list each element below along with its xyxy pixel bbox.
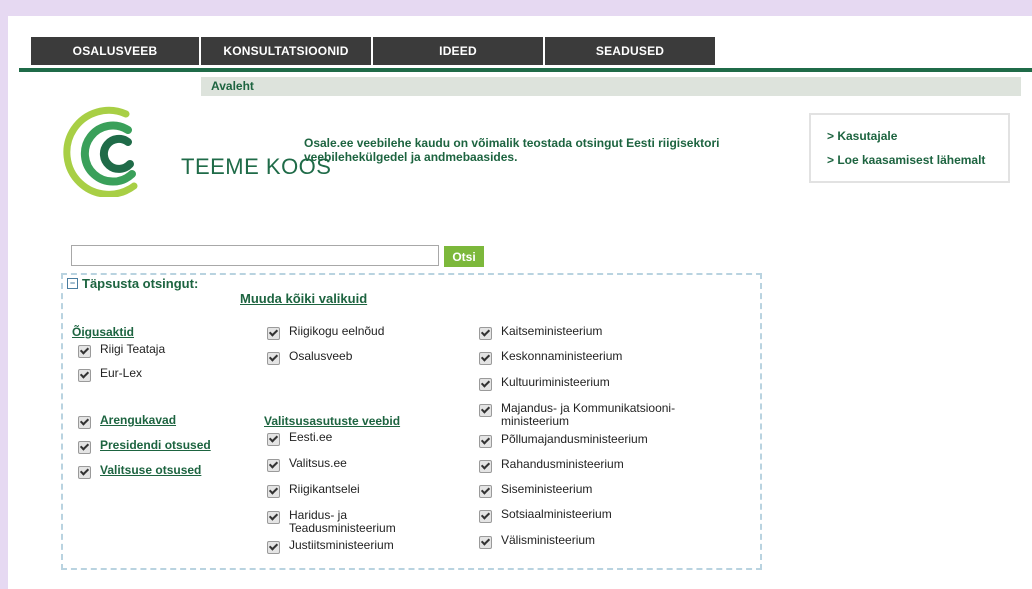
refine-toggle[interactable]: − Täpsusta otsingut: [67, 276, 198, 291]
top-nav: OSALUSVEEB KONSULTATSIOONID IDEED SEADUS… [31, 37, 717, 65]
checkbox[interactable] [479, 378, 492, 391]
checkbox[interactable] [479, 460, 492, 473]
side-links-box: > Kasutajale > Loe kaasamisest lähemalt [809, 113, 1010, 183]
checkbox[interactable] [78, 441, 91, 454]
checkbox[interactable] [78, 466, 91, 479]
checkbox-item[interactable]: Keskonnaministeerium [479, 350, 622, 365]
checkbox-item[interactable]: Siseministeerium [479, 483, 592, 498]
logo-rings-icon [63, 106, 138, 197]
tab-osalusveeb[interactable]: OSALUSVEEB [31, 37, 199, 65]
logo[interactable]: TEEME KOOS [56, 102, 331, 197]
checkbox[interactable] [78, 369, 91, 382]
heading-oigusaktid[interactable]: Õigusaktid [72, 325, 134, 339]
checkbox-label: Keskonnaministeerium [501, 349, 623, 363]
page: OSALUSVEEB KONSULTATSIOONID IDEED SEADUS… [8, 16, 1032, 589]
change-all-link[interactable]: Muuda kõiki valikuid [240, 291, 367, 306]
checkbox[interactable] [267, 327, 280, 340]
checkbox-label: Eesti.ee [289, 430, 333, 444]
checkbox-item[interactable]: Presidendi otsused [78, 439, 211, 454]
checkbox-item[interactable]: Valitsuse otsused [78, 464, 201, 479]
checkbox-item[interactable]: Arengukavad [78, 414, 176, 429]
checkbox[interactable] [479, 404, 492, 417]
collapse-icon[interactable]: − [67, 278, 78, 289]
checkbox[interactable] [267, 541, 280, 554]
checkbox[interactable] [78, 345, 91, 358]
checkbox-item[interactable]: Eur-Lex [78, 367, 142, 382]
tab-konsultatsioonid[interactable]: KONSULTATSIOONID [201, 37, 371, 65]
checkbox-label: Kaitseministeerium [501, 324, 603, 338]
checkbox-link[interactable]: Arengukavad [100, 414, 176, 427]
checkbox-label: Põllumajandusministeerium [501, 432, 648, 446]
checkbox-label: Kultuuriministeerium [501, 375, 610, 389]
header-divider [19, 68, 1032, 72]
checkbox[interactable] [479, 510, 492, 523]
checkbox[interactable] [267, 433, 280, 446]
checkbox-item[interactable]: Kultuuriministeerium [479, 376, 610, 391]
tab-seadused[interactable]: SEADUSED [545, 37, 715, 65]
breadcrumb-bar: Avaleht [201, 77, 1021, 96]
link-kasutajale[interactable]: > Kasutajale [827, 129, 897, 143]
checkbox-item[interactable]: Justiitsministeerium [267, 539, 394, 554]
checkbox-link[interactable]: Valitsuse otsused [100, 464, 201, 477]
checkbox-item[interactable]: Välisministeerium [479, 534, 595, 549]
tab-ideed[interactable]: IDEED [373, 37, 543, 65]
checkbox[interactable] [479, 536, 492, 549]
checkbox-item[interactable]: Haridus- ja Teadusministeerium [267, 509, 409, 535]
checkbox-item[interactable]: Kaitseministeerium [479, 325, 602, 340]
breadcrumb-home[interactable]: Avaleht [211, 79, 254, 93]
checkbox-link[interactable]: Presidendi otsused [100, 439, 211, 452]
checkbox-label: Riigikogu eelnõud [289, 324, 385, 338]
checkbox-item[interactable]: Riigikantselei [267, 483, 360, 498]
checkbox-label: Osalusveeb [289, 349, 353, 363]
checkbox[interactable] [479, 435, 492, 448]
checkbox-label: Valitsus.ee [289, 456, 347, 470]
checkbox-label: Sotsiaalministeerium [501, 507, 612, 521]
checkbox-label: Haridus- ja Teadusministeerium [289, 508, 396, 535]
checkbox-label: Rahandusministeerium [501, 457, 624, 471]
link-loe-kaasamisest[interactable]: > Loe kaasamisest lähemalt [827, 153, 985, 167]
checkbox[interactable] [267, 459, 280, 472]
checkbox-label: Välisministeerium [501, 533, 596, 547]
checkbox-item[interactable]: Osalusveeb [267, 350, 352, 365]
checkbox-label: Majandus- ja Kommunikatsiooni-ministeeri… [501, 401, 676, 428]
checkbox-label: Riigikantselei [289, 482, 360, 496]
checkbox[interactable] [267, 511, 280, 524]
checkbox-label: Justiitsministeerium [289, 538, 394, 552]
checkbox[interactable] [78, 416, 91, 429]
intro-text: Osale.ee veebilehe kaudu on võimalik teo… [304, 136, 720, 164]
checkbox-label: Eur-Lex [100, 366, 143, 380]
checkbox-item[interactable]: Valitsus.ee [267, 457, 347, 472]
checkbox-item[interactable]: Riigikogu eelnõud [267, 325, 384, 340]
checkbox-item[interactable]: Sotsiaalministeerium [479, 508, 612, 523]
checkbox[interactable] [479, 485, 492, 498]
checkbox-item[interactable]: Majandus- ja Kommunikatsiooni-ministeeri… [479, 402, 711, 428]
checkbox-item[interactable]: Eesti.ee [267, 431, 332, 446]
checkbox[interactable] [267, 352, 280, 365]
checkbox[interactable] [267, 485, 280, 498]
checkbox-label: Siseministeerium [501, 482, 593, 496]
checkbox-label: Riigi Teataja [100, 342, 166, 356]
refine-label: Täpsusta otsingut: [82, 276, 199, 291]
checkbox-item[interactable]: Rahandusministeerium [479, 458, 624, 473]
checkbox[interactable] [479, 327, 492, 340]
checkbox-item[interactable]: Riigi Teataja [78, 343, 165, 358]
heading-valitsusasutuste-veebid[interactable]: Valitsusasutuste veebid [264, 414, 400, 428]
search-input[interactable] [71, 245, 439, 266]
checkbox-item[interactable]: Põllumajandusministeerium [479, 433, 648, 448]
checkbox[interactable] [479, 352, 492, 365]
search-button[interactable]: Otsi [444, 246, 484, 267]
